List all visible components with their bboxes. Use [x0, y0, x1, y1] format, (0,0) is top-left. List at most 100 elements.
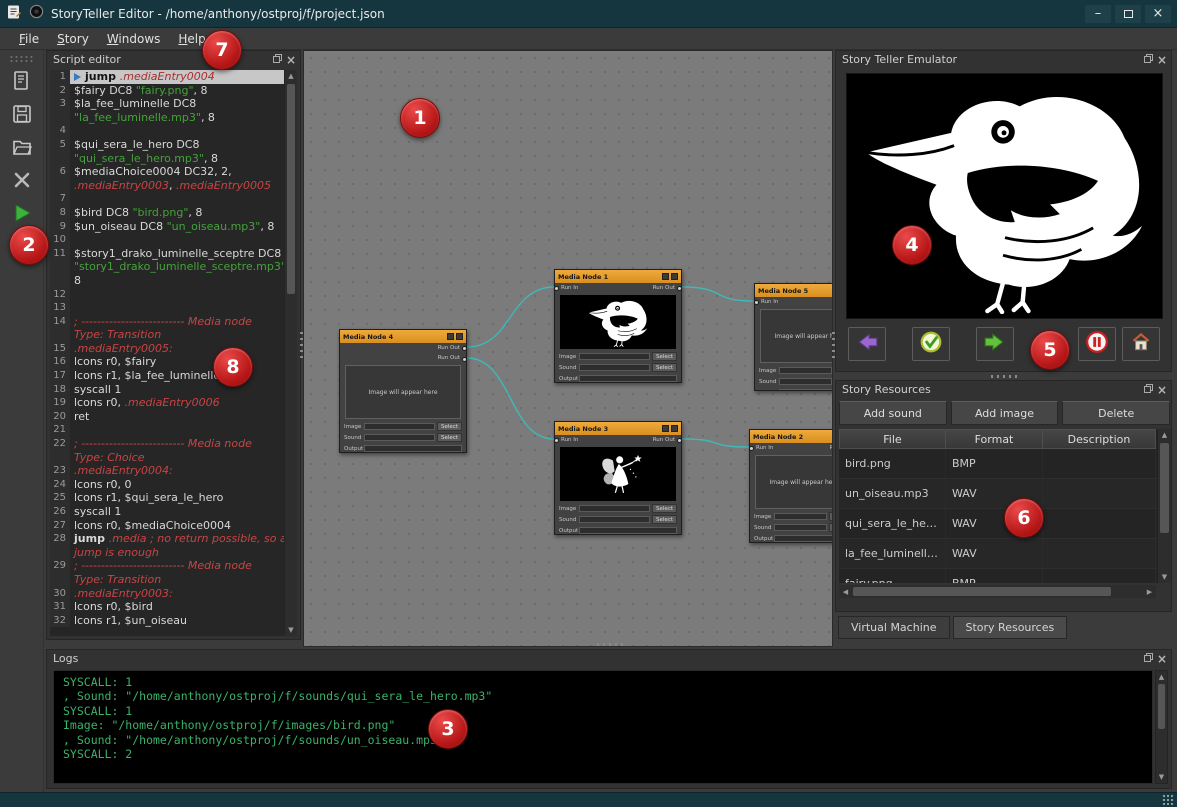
select-button[interactable]: Select [652, 352, 677, 361]
input-pin[interactable] [554, 438, 559, 443]
script-line[interactable]: 3$la_fee_luminelle DC8 [50, 97, 286, 111]
tab-story-resources[interactable]: Story Resources [953, 616, 1068, 639]
script-line[interactable]: 21 [50, 423, 286, 437]
add-image-button[interactable]: Add image [951, 401, 1059, 425]
home-button[interactable] [1122, 327, 1160, 361]
add-sound-button[interactable]: Add sound [839, 401, 947, 425]
next-button[interactable] [976, 327, 1014, 361]
node-minimize-button[interactable] [662, 273, 669, 280]
minimize-button[interactable]: – [1085, 5, 1111, 23]
media-node[interactable]: Media Node 1Run InRun OutImageSelectSoun… [554, 269, 682, 383]
column-header-description[interactable]: Description [1043, 429, 1156, 449]
select-button[interactable]: Select [829, 523, 833, 532]
script-line[interactable]: 8 [50, 274, 286, 288]
node-graph-canvas[interactable]: Media Node 4Run OutRun OutImage will app… [303, 50, 833, 647]
scroll-down-icon[interactable]: ▼ [1156, 771, 1167, 783]
menu-file[interactable]: File [10, 29, 48, 49]
select-button[interactable]: Select [437, 433, 462, 442]
script-line[interactable]: 11$story1_drako_luminelle_sceptre DC8 [50, 247, 286, 261]
script-line[interactable]: 23.mediaEntry0004: [50, 464, 286, 478]
resource-table-row[interactable]: la_fee_luminelle.mp3WAV [839, 539, 1170, 569]
logs-scrollbar[interactable]: ▲ ▼ [1155, 670, 1168, 784]
input-pin[interactable] [749, 446, 754, 451]
script-line[interactable]: 22; -------------------------- Media nod… [50, 437, 286, 451]
select-button[interactable]: Select [437, 422, 462, 431]
script-line[interactable]: 6$mediaChoice0004 DC32, 2, [50, 165, 286, 179]
input-pin[interactable] [754, 300, 759, 305]
scroll-left-icon[interactable]: ◀ [839, 585, 852, 598]
script-line[interactable]: 27lcons r0, $mediaChoice0004 [50, 519, 286, 533]
node-minimize-button[interactable] [447, 333, 454, 340]
splitter-handle[interactable] [597, 643, 623, 646]
scroll-up-icon[interactable]: ▲ [285, 70, 297, 82]
node-close-button[interactable] [671, 273, 678, 280]
column-header-file[interactable]: File [839, 429, 946, 449]
script-line[interactable]: 18syscall 1 [50, 383, 286, 397]
pause-button[interactable] [1078, 327, 1116, 361]
export-script-button[interactable] [6, 67, 38, 95]
menu-windows[interactable]: Windows [98, 29, 170, 49]
script-line[interactable]: 10 [50, 233, 286, 247]
previous-button[interactable] [848, 327, 886, 361]
input-pin[interactable] [554, 286, 559, 291]
script-line[interactable]: "qui_sera_le_hero.mp3", 8 [50, 152, 286, 166]
node-header[interactable]: Media Node 2 [750, 430, 833, 443]
script-line[interactable]: "la_fee_luminelle.mp3", 8 [50, 111, 286, 125]
script-line[interactable]: 14; -------------------------- Media nod… [50, 315, 286, 329]
script-line[interactable]: 7 [50, 192, 286, 206]
float-dock-icon[interactable] [1144, 383, 1153, 396]
node-header[interactable]: Media Node 5 [755, 284, 833, 297]
close-dock-icon[interactable]: × [1157, 55, 1167, 65]
script-line[interactable]: 8$bird DC8 "bird.png", 8 [50, 206, 286, 220]
script-line[interactable]: 15.mediaEntry0005: [50, 342, 286, 356]
select-button[interactable]: Select [652, 504, 677, 513]
logs-dock-titlebar[interactable]: Logs × [47, 650, 1171, 667]
script-line[interactable]: 32lcons r1, $un_oiseau [50, 614, 286, 628]
select-button[interactable]: Select [652, 515, 677, 524]
media-node[interactable]: Media Node 2Run InRun OutImage will appe… [749, 429, 833, 543]
script-line[interactable]: 28jump .media ; no return possible, so a [50, 532, 286, 546]
close-project-button[interactable] [6, 166, 38, 194]
node-header[interactable]: Media Node 3 [555, 422, 681, 435]
scroll-up-icon[interactable]: ▲ [1156, 671, 1167, 683]
script-code-area[interactable]: 1jump .mediaEntry00042$fairy DC8 "fairy.… [50, 70, 286, 636]
close-dock-icon[interactable]: × [1157, 385, 1167, 395]
run-story-button[interactable] [6, 199, 38, 227]
node-close-button[interactable] [456, 333, 463, 340]
delete-resource-button[interactable]: Delete [1062, 401, 1170, 425]
tab-virtual-machine[interactable]: Virtual Machine [838, 616, 950, 639]
script-line[interactable]: .mediaEntry0003, .mediaEntry0005 [50, 179, 286, 193]
toolbar-drag-handle[interactable] [9, 55, 34, 62]
node-minimize-button[interactable] [662, 425, 669, 432]
script-line[interactable]: 26syscall 1 [50, 505, 286, 519]
node-header[interactable]: Media Node 1 [555, 270, 681, 283]
resources-dock-titlebar[interactable]: Story Resources × [836, 381, 1171, 398]
script-line[interactable]: 12 [50, 288, 286, 302]
script-line[interactable]: 5$qui_sera_le_hero DC8 [50, 138, 286, 152]
resource-table-row[interactable]: fairy.pngBMP [839, 569, 1170, 583]
script-line[interactable]: 24lcons r0, 0 [50, 478, 286, 492]
scroll-down-icon[interactable]: ▼ [1158, 571, 1171, 583]
media-node[interactable]: Media Node 5Run InRun OutImage will appe… [754, 283, 833, 391]
script-line[interactable]: 2$fairy DC8 "fairy.png", 8 [50, 84, 286, 98]
script-line[interactable]: Type: Transition [50, 328, 286, 342]
node-header[interactable]: Media Node 4 [340, 330, 466, 343]
validate-button[interactable] [912, 327, 950, 361]
emulator-dock-titlebar[interactable]: Story Teller Emulator × [836, 51, 1171, 68]
close-dock-icon[interactable]: × [286, 55, 296, 65]
menu-story[interactable]: Story [48, 29, 98, 49]
float-dock-icon[interactable] [273, 53, 282, 66]
script-line[interactable]: Type: Choice [50, 451, 286, 465]
script-editor-dock-titlebar[interactable]: Script editor × [47, 51, 300, 68]
script-editor-scrollbar[interactable]: ▲ ▼ [284, 70, 297, 636]
media-node[interactable]: Media Node 4Run OutRun OutImage will app… [339, 329, 467, 453]
resources-horizontal-scrollbar[interactable]: ◀ ▶ [839, 585, 1156, 598]
splitter-handle[interactable] [300, 332, 303, 358]
output-pin[interactable] [677, 438, 682, 443]
float-dock-icon[interactable] [1144, 53, 1153, 66]
script-line[interactable]: jump is enough [50, 546, 286, 560]
column-header-format[interactable]: Format [946, 429, 1043, 449]
save-button[interactable] [6, 100, 38, 128]
node-close-button[interactable] [671, 425, 678, 432]
script-line[interactable]: 19lcons r0, .mediaEntry0006 [50, 396, 286, 410]
